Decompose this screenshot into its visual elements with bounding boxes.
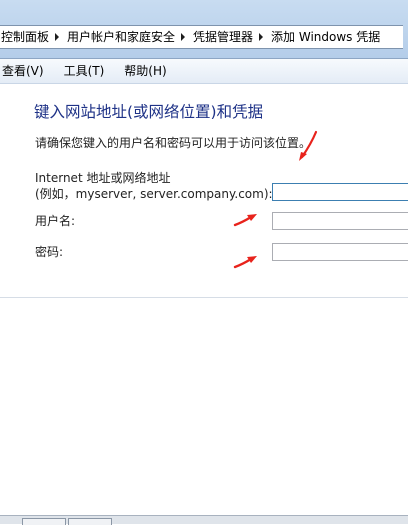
breadcrumb-item-add-windows-credential[interactable]: 添加 Windows 凭据 [267,27,382,47]
username-input[interactable] [272,212,408,230]
breadcrumb-item-control-panel[interactable]: 控制面板 [0,27,51,47]
address-input[interactable] [272,183,408,201]
empty-window-area [0,298,408,515]
menu-tools[interactable]: 工具(T) [58,60,111,82]
chevron-right-icon[interactable] [55,33,60,41]
menu-view[interactable]: 查看(V) [0,60,50,82]
breadcrumb-item-credential-manager[interactable]: 凭据管理器 [189,27,255,47]
annotation-arrow-icon [299,130,318,161]
username-label: 用户名: [35,214,76,228]
menu-help[interactable]: 帮助(H) [118,60,172,82]
password-input[interactable] [272,243,408,261]
address-label: Internet 地址或网络地址 (例如，myserver, server.co… [35,170,273,202]
address-label-line1: Internet 地址或网络地址 [35,171,171,185]
page-title: 键入网站地址(或网络位置)和凭据 [34,103,264,121]
breadcrumb[interactable]: 控制面板 用户帐户和家庭安全 凭据管理器 添加 Windows 凭据 [0,25,403,49]
taskbar-button[interactable] [68,518,112,525]
breadcrumb-item-user-accounts[interactable]: 用户帐户和家庭安全 [63,27,177,47]
address-bar: 控制面板 用户帐户和家庭安全 凭据管理器 添加 Windows 凭据 [0,0,408,59]
annotation-arrow-icon [233,214,257,227]
annotation-arrow-icon [233,256,257,269]
credential-form-panel: 键入网站地址(或网络位置)和凭据 请确保您键入的用户名和密码可以用于访问该位置。… [0,84,408,298]
address-label-line2: (例如，myserver, server.company.com): [35,187,273,201]
chevron-right-icon[interactable] [259,33,264,41]
taskbar-button[interactable] [22,518,66,525]
password-label: 密码: [35,245,64,259]
chevron-right-icon[interactable] [181,33,186,41]
instruction-text: 请确保您键入的用户名和密码可以用于访问该位置。 [35,136,312,150]
menu-bar: 查看(V) 工具(T) 帮助(H) [0,59,408,84]
